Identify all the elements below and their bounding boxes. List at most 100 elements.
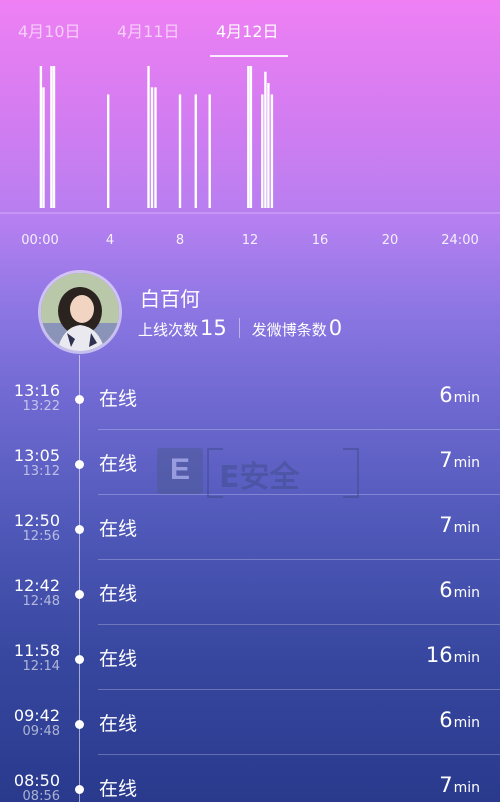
session-status: 在线 [99,713,138,735]
duration-value: 7 [439,773,453,797]
session-duration: 6min [439,383,480,407]
posts-count-value: 0 [328,316,343,340]
timeline-dot [75,395,84,404]
session-duration: 7min [439,773,480,797]
duration-unit: min [453,520,480,536]
session-row[interactable]: 12:42 12:48 在线 6min [0,577,500,642]
activity-bar [264,71,267,208]
activity-bar [107,94,110,208]
session-start-time: 08:50 [13,772,60,790]
timeline-dot [75,720,84,729]
watermark-logo-icon: E [157,448,203,494]
session-start-time: 12:50 [13,511,60,530]
session-start-time: 12:42 [13,576,60,595]
tab-date-1[interactable]: 4月10日 [18,18,81,42]
activity-bar [270,94,274,208]
activity-bar [249,66,253,208]
activity-bar [178,94,182,208]
duration-value: 16 [425,643,453,667]
session-status: 在线 [99,518,138,540]
profile-name: 白百何 [140,287,200,311]
row-divider [98,624,500,625]
session-end-time: 12:56 [22,529,60,544]
watermark-bracket-right [343,448,359,498]
session-duration: 7min [439,448,480,472]
session-duration: 16min [426,643,480,667]
activity-bar [39,66,43,208]
row-divider [98,559,500,560]
date-tabs: 4月10日 4月11日 4月12日 [0,0,500,57]
session-row[interactable]: 08:50 08:56 在线 7min [0,772,500,802]
profile-stats: 上线次数 15 发微博条数 0 [138,316,342,340]
activity-bar [267,83,270,208]
duration-value: 6 [439,708,453,732]
session-row[interactable]: 09:42 09:48 在线 6min [0,707,500,772]
session-duration: 7min [439,513,480,537]
timeline-dot [75,460,84,469]
avatar[interactable] [38,270,122,354]
activity-bar [154,87,157,208]
timeline-dot [75,590,84,599]
tab-date-3[interactable]: 4月12日 [216,18,279,42]
session-duration: 6min [439,708,480,732]
activity-bar [247,66,250,208]
session-row[interactable]: 11:58 12:14 在线 16min [0,642,500,707]
session-row[interactable]: 12:50 12:56 在线 7min [0,512,500,577]
tab-date-2[interactable]: 4月11日 [117,18,180,42]
session-end-time: 13:22 [22,399,60,414]
session-status: 在线 [99,583,138,605]
x-tick-label: 00:00 [21,233,59,248]
session-status: 在线 [99,778,138,800]
activity-bar [52,66,56,208]
session-end-time: 12:14 [22,659,60,674]
watermark: E E安全 [157,448,359,498]
session-end-time: 13:12 [22,464,60,479]
row-divider [98,429,500,430]
posts-count-label: 发微博条数 [251,321,327,339]
x-tick-label: 4 [105,233,115,248]
activity-bar [261,94,264,208]
row-divider [98,689,500,690]
watermark-text: E安全 [219,460,300,495]
session-end-time: 09:48 [22,724,60,739]
duration-unit: min [453,390,480,406]
session-start-time: 13:05 [13,446,60,465]
timeline-dot [75,655,84,664]
duration-value: 6 [439,383,453,407]
timeline-dot [75,785,84,794]
session-status: 在线 [99,388,138,410]
duration-unit: min [453,780,480,796]
duration-value: 6 [439,578,453,602]
duration-value: 7 [439,448,453,472]
duration-unit: min [453,715,480,731]
activity-bar [42,87,45,208]
timeline-dot [75,525,84,534]
activity-bar [147,66,150,208]
stats-divider [238,318,240,338]
session-start-time: 11:58 [13,641,60,660]
online-count-value: 15 [200,316,227,340]
session-end-time: 08:56 [22,789,60,802]
x-tick-label: 12 [241,233,259,248]
activity-bar [194,94,197,208]
online-count-label: 上线次数 [138,321,199,339]
duration-unit: min [453,650,480,666]
duration-value: 7 [439,513,453,537]
session-status: 在线 [99,453,138,475]
session-end-time: 12:48 [22,594,60,609]
x-tick-label: 16 [311,233,329,248]
session-start-time: 09:42 [13,706,60,725]
x-tick-label: 8 [175,233,185,248]
row-divider [98,754,500,755]
activity-bar [208,94,211,208]
duration-unit: min [453,455,480,471]
session-status: 在线 [99,648,138,670]
x-tick-label: 20 [381,233,399,248]
x-tick-label: 24:00 [441,233,479,248]
activity-bar [150,87,154,208]
activity-chart [0,66,500,214]
duration-unit: min [453,585,480,601]
activity-bar [50,66,53,208]
session-row[interactable]: 13:16 13:22 在线 6min [0,382,500,447]
session-start-time: 13:16 [13,381,60,400]
